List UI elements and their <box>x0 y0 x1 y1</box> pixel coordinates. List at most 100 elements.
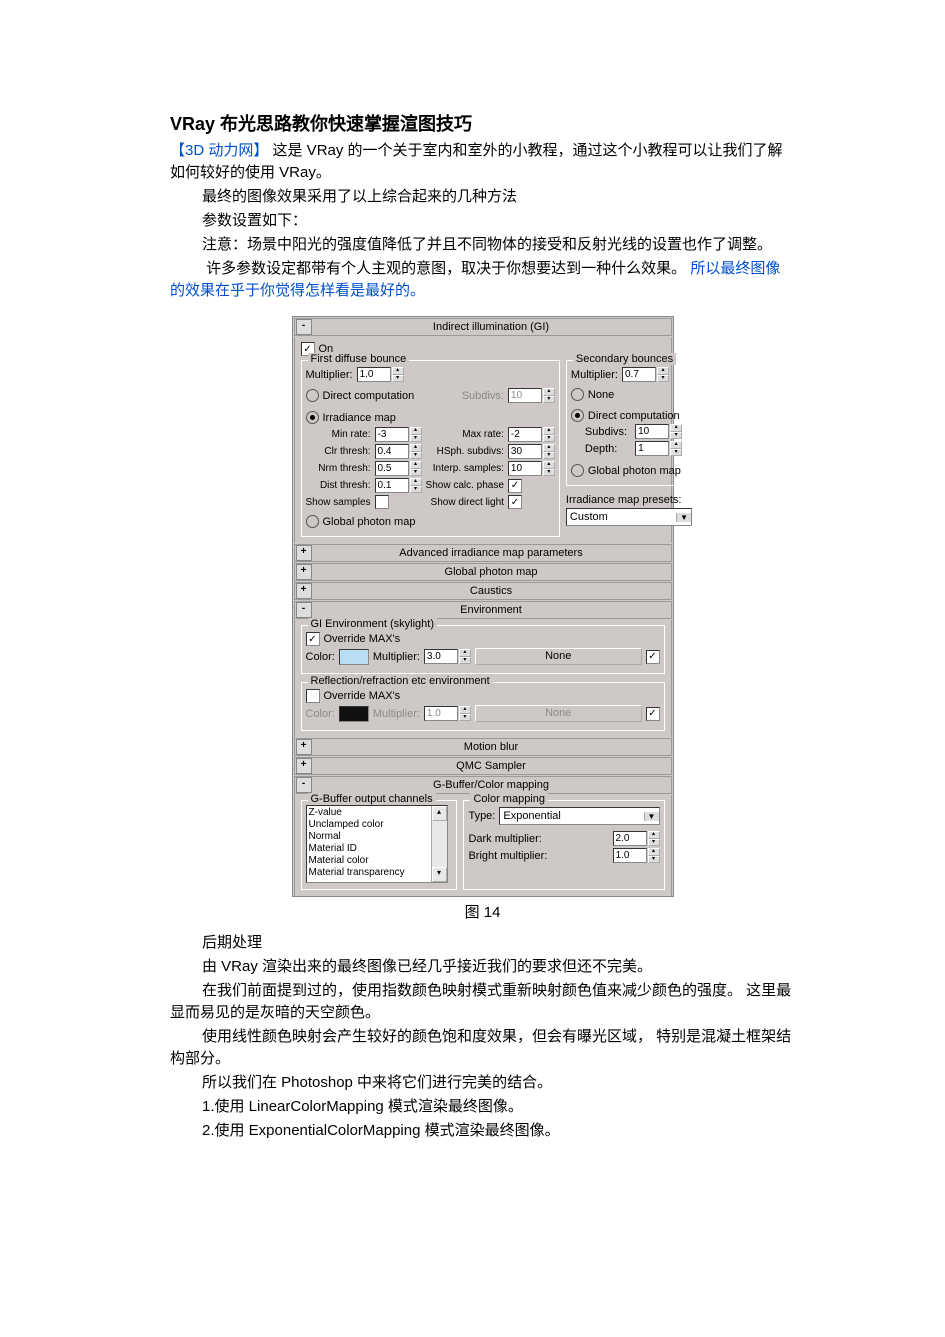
first-gpm-label: Global photon map <box>323 516 416 528</box>
presets-value: Custom <box>570 511 608 523</box>
gi-map-on-checkbox[interactable] <box>646 650 660 664</box>
bright-spinner[interactable]: 1.0▴▾ <box>613 848 660 863</box>
rollout-caustics[interactable]: +Caustics <box>294 582 672 600</box>
gi-body: On First diffuse bounce Multiplier: 1.0 … <box>294 337 672 543</box>
rollout-env[interactable]: -Environment <box>294 601 672 619</box>
list-item[interactable]: Material transparency <box>309 867 429 879</box>
first-direct-label: Direct computation <box>323 390 415 402</box>
expand-icon[interactable]: + <box>296 739 312 755</box>
chevron-down-icon: ▼ <box>676 513 691 522</box>
refl-map-on-checkbox <box>646 707 660 721</box>
first-subdivs-spinner[interactable]: 10 ▴▾ <box>508 388 555 403</box>
second-gpm-label: Global photon map <box>588 465 681 477</box>
channels-items: Z-value Unclamped color Normal Material … <box>307 806 431 882</box>
gi-mult-spinner[interactable]: 3.0▴▾ <box>424 649 471 664</box>
channels-listbox[interactable]: Z-value Unclamped color Normal Material … <box>306 805 448 883</box>
gbuffer-body: G-Buffer output channels Z-value Unclamp… <box>294 795 672 896</box>
first-mult-spinner[interactable]: 1.0 ▴▾ <box>357 367 404 382</box>
second-gpm-radio[interactable] <box>571 464 584 477</box>
directlight-checkbox[interactable] <box>508 495 522 509</box>
list-item[interactable]: Z-value <box>309 807 429 819</box>
hsph-spinner[interactable]: 30▴▾ <box>508 444 555 459</box>
expand-icon[interactable]: + <box>296 583 312 599</box>
nrm-spinner[interactable]: 0.5▴▾ <box>375 461 422 476</box>
dist-spinner[interactable]: 0.1▴▾ <box>375 478 422 493</box>
list-item[interactable]: Unclamped color <box>309 819 429 831</box>
collapse-icon[interactable]: - <box>296 777 312 793</box>
list-item[interactable]: Normal <box>309 831 429 843</box>
refl-override-checkbox[interactable] <box>306 689 320 703</box>
type-label: Type: <box>468 810 495 822</box>
nrm-label: Nrm thresh: <box>306 463 371 474</box>
second-mult-spinner[interactable]: 0.7▴▾ <box>622 367 669 382</box>
rollout-header-gi[interactable]: - Indirect illumination (GI) <box>294 318 672 336</box>
expand-icon[interactable]: + <box>296 564 312 580</box>
maxrate-label: Max rate: <box>426 429 504 440</box>
list-item[interactable]: Material ID <box>309 843 429 855</box>
second-legend: Secondary bounces <box>573 353 676 365</box>
gi-map-none-button[interactable]: None <box>475 648 642 665</box>
collapse-icon[interactable]: - <box>296 602 312 618</box>
mapping-fieldset: Color mapping Type: Exponential ▼ Dark m… <box>463 800 664 890</box>
mapping-legend: Color mapping <box>470 793 548 805</box>
document-page: VRay 布光思路教你快速掌握渲图技巧 【3D 动力网】 这是 VRay 的一个… <box>0 0 945 1184</box>
gi-override-checkbox[interactable] <box>306 632 320 646</box>
rollout-advanced[interactable]: +Advanced irradiance map parameters <box>294 544 672 562</box>
first-mult-value[interactable]: 1.0 <box>357 367 391 382</box>
second-depth-spinner[interactable]: 1▴▾ <box>635 441 682 456</box>
first-irr-radio[interactable] <box>306 411 319 424</box>
first-mult-label: Multiplier: <box>306 369 353 381</box>
scrollbar[interactable]: ▴ ▾ <box>431 806 447 882</box>
scroll-up-icon[interactable]: ▴ <box>432 806 447 821</box>
source-tag: 【3D 动力网】 <box>170 142 268 159</box>
maxrate-spinner[interactable]: -2▴▾ <box>508 427 555 442</box>
second-subdivs-spinner[interactable]: 10▴▾ <box>635 424 682 439</box>
type-value: Exponential <box>503 810 561 822</box>
interp-label: Interp. samples: <box>426 463 504 474</box>
collapse-icon[interactable]: - <box>296 319 312 335</box>
type-dropdown[interactable]: Exponential ▼ <box>499 807 659 825</box>
presets-dropdown[interactable]: Custom ▼ <box>566 508 692 526</box>
gi-mult-label: Multiplier: <box>373 651 420 663</box>
samples-checkbox[interactable] <box>375 495 389 509</box>
intro-p2: 最终的图像效果采用了以上综合起来的几种方法 <box>170 186 795 208</box>
first-bounce-legend: First diffuse bounce <box>308 353 410 365</box>
gi-env-legend: GI Environment (skylight) <box>308 618 437 630</box>
refl-mult-spinner: 1.0▴▾ <box>424 706 471 721</box>
intro-p4: 注意：场景中阳光的强度值降低了并且不同物体的接受和反射光线的设置也作了调整。 <box>170 234 795 256</box>
clr-spinner[interactable]: 0.4▴▾ <box>375 444 422 459</box>
second-none-radio[interactable] <box>571 388 584 401</box>
rollout-gbuffer[interactable]: -G-Buffer/Color mapping <box>294 776 672 794</box>
rollout-gpm[interactable]: +Global photon map <box>294 563 672 581</box>
bright-label: Bright multiplier: <box>468 850 547 862</box>
env-body: GI Environment (skylight) Override MAX's… <box>294 620 672 737</box>
scroll-down-icon[interactable]: ▾ <box>432 867 447 882</box>
minrate-label: Min rate: <box>306 429 371 440</box>
gi-color-swatch[interactable] <box>339 649 369 665</box>
first-irr-label: Irradiance map <box>323 412 396 424</box>
gi-env-fieldset: GI Environment (skylight) Override MAX's… <box>301 625 665 674</box>
interp-spinner[interactable]: 10▴▾ <box>508 461 555 476</box>
refl-env-fieldset: Reflection/refraction etc environment Ov… <box>301 682 665 731</box>
figure-caption: 图 14 <box>170 901 795 922</box>
expand-icon[interactable]: + <box>296 545 312 561</box>
rollout-motion[interactable]: +Motion blur <box>294 738 672 756</box>
list-item[interactable]: Material color <box>309 855 429 867</box>
intro-p3: 参数设置如下： <box>170 210 795 232</box>
article-title: VRay 布光思路教你快速掌握渲图技巧 <box>170 110 795 136</box>
rollout-qmc[interactable]: +QMC Sampler <box>294 757 672 775</box>
dark-spinner[interactable]: 2.0▴▾ <box>613 831 660 846</box>
refl-color-label: Color: <box>306 708 335 720</box>
dist-label: Dist thresh: <box>306 480 371 491</box>
presets-label: Irradiance map presets: <box>566 494 687 506</box>
second-direct-radio[interactable] <box>571 409 584 422</box>
first-subdivs-value: 10 <box>508 388 542 403</box>
gi-color-label: Color: <box>306 651 335 663</box>
post-p5: 所以我们在 Photoshop 中来将它们进行完美的结合。 <box>170 1072 795 1094</box>
intro-p5: 许多参数设定都带有个人主观的意图，取决于你想要达到一种什么效果。 所以最终图像的… <box>170 258 795 302</box>
minrate-spinner[interactable]: -3▴▾ <box>375 427 422 442</box>
first-direct-radio[interactable] <box>306 389 319 402</box>
expand-icon[interactable]: + <box>296 758 312 774</box>
calc-checkbox[interactable] <box>508 479 522 493</box>
first-gpm-radio[interactable] <box>306 515 319 528</box>
